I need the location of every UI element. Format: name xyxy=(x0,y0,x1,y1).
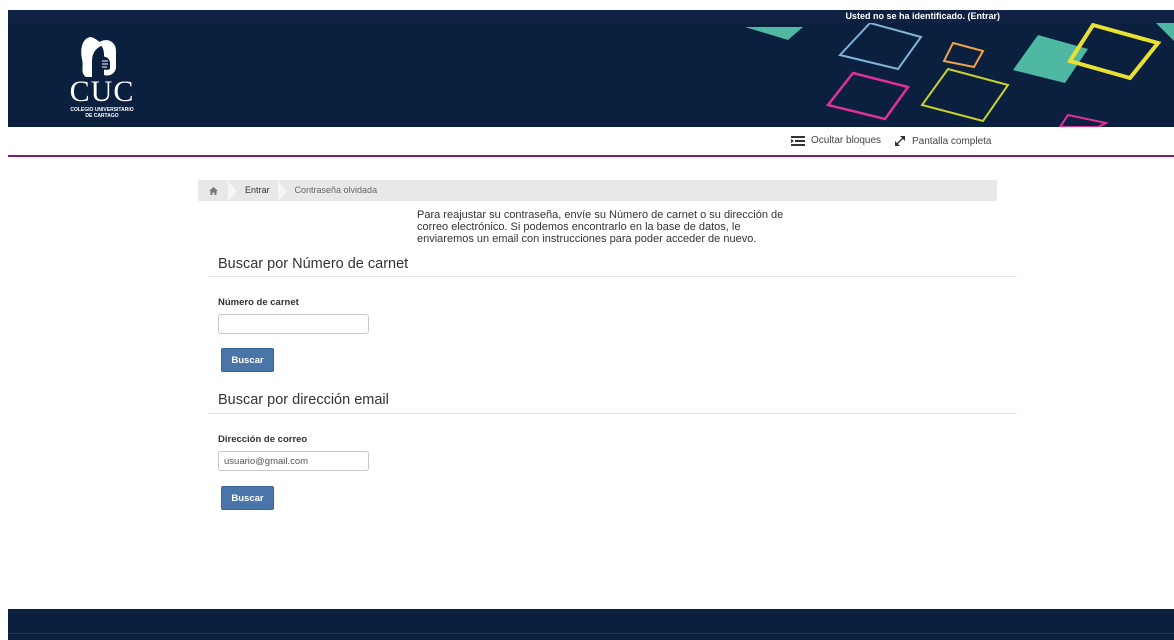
instructions-line: correo electrónico. Si podemos encontrar… xyxy=(417,221,741,233)
footer-divider xyxy=(8,633,1174,634)
hide-blocks-label: Ocultar bloques xyxy=(811,135,882,146)
breadcrumb-separator xyxy=(228,180,237,201)
instructions-line: enviaremos un email con instrucciones pa… xyxy=(417,233,757,245)
instructions-line: Para reajustar su contraseña, envíe su N… xyxy=(417,209,784,221)
site-footer xyxy=(8,609,1174,640)
hide-blocks-icon xyxy=(791,135,805,146)
login-link[interactable]: (Entrar) xyxy=(967,11,1000,21)
logo-subtitle-line2: DE CARTAGO xyxy=(85,113,119,119)
fullscreen-icon xyxy=(895,136,905,146)
breadcrumb-item-current: Contraseña olvidada xyxy=(294,185,378,195)
breadcrumb-home[interactable] xyxy=(198,180,228,201)
email-input[interactable] xyxy=(218,451,369,471)
home-icon xyxy=(208,186,218,195)
email-section-title: Buscar por dirección email xyxy=(218,392,389,408)
section-divider xyxy=(208,276,1017,277)
fullscreen-button[interactable]: Pantalla completa xyxy=(894,135,992,147)
login-info: Usted no se ha identificado. (Entrar) xyxy=(845,10,1000,22)
header-accent-line xyxy=(8,155,1174,157)
breadcrumb: Entrar Contraseña olvidada xyxy=(198,180,997,201)
instructions-text: Para reajustar su contraseña, envíe su N… xyxy=(417,209,817,245)
carnet-section-title: Buscar por Número de carnet xyxy=(218,256,409,272)
fullscreen-label: Pantalla completa xyxy=(912,135,992,147)
carnet-label: Número de carnet xyxy=(218,297,299,308)
login-status-text: Usted no se ha identificado. xyxy=(845,11,965,21)
logo-acronym: CUC xyxy=(69,75,135,108)
logo-subtitle: COLEGIO UNIVERSITARIO DE CARTAGO xyxy=(52,107,152,119)
carnet-input[interactable] xyxy=(218,314,369,334)
breadcrumb-separator xyxy=(277,180,287,201)
top-user-bar: Usted no se ha identificado. (Entrar) xyxy=(8,10,1174,23)
page-toolbar: Ocultar bloques Pantalla completa xyxy=(8,127,1174,154)
site-header: CUC COLEGIO UNIVERSITARIO DE CARTAGO xyxy=(8,23,1174,127)
search-carnet-button[interactable]: Buscar xyxy=(221,348,274,372)
section-divider xyxy=(208,413,1017,414)
header-decoration xyxy=(745,23,1174,127)
hide-blocks-button[interactable]: Ocultar bloques xyxy=(791,135,881,146)
breadcrumb-item-entrar[interactable]: Entrar xyxy=(245,185,270,195)
email-label: Dirección de correo xyxy=(218,434,308,445)
search-email-button[interactable]: Buscar xyxy=(221,486,274,510)
cuc-logo[interactable]: CUC COLEGIO UNIVERSITARIO DE CARTAGO xyxy=(52,31,152,123)
